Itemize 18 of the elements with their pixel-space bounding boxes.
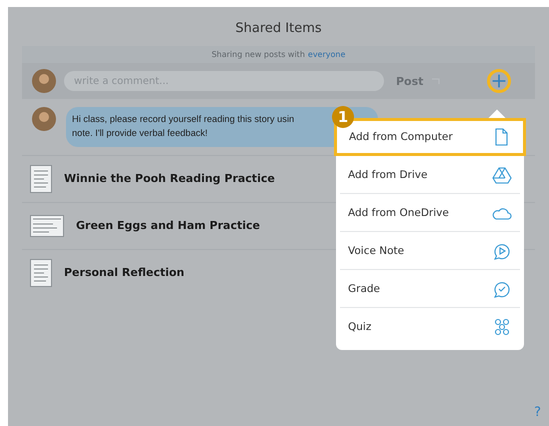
document-thumbnail-icon	[30, 214, 64, 237]
message-text: Hi class, please record yourself reading this story usin	[72, 113, 294, 126]
avatar-icon	[32, 69, 56, 93]
avatar-icon	[32, 107, 56, 131]
add-button[interactable]	[487, 69, 511, 93]
menu-item[interactable]: Voice Note	[340, 232, 520, 270]
menu-item[interactable]: Grade	[340, 270, 520, 308]
sharing-text: Sharing new posts with	[212, 50, 305, 59]
document-thumbnail-icon	[30, 164, 52, 193]
menu-item[interactable]: Add from Drive	[340, 156, 520, 194]
circles-icon	[492, 317, 512, 337]
plus-icon	[491, 73, 507, 89]
message-text: note. I'll provide verbal feedback!	[72, 126, 208, 140]
window-title: Shared Items	[234, 20, 323, 38]
document-thumbnail-icon	[30, 258, 52, 287]
menu-item[interactable]: Add from OneDrive	[340, 194, 520, 232]
triangle-icon	[492, 164, 512, 184]
menu-item[interactable]: Quiz	[340, 308, 520, 346]
